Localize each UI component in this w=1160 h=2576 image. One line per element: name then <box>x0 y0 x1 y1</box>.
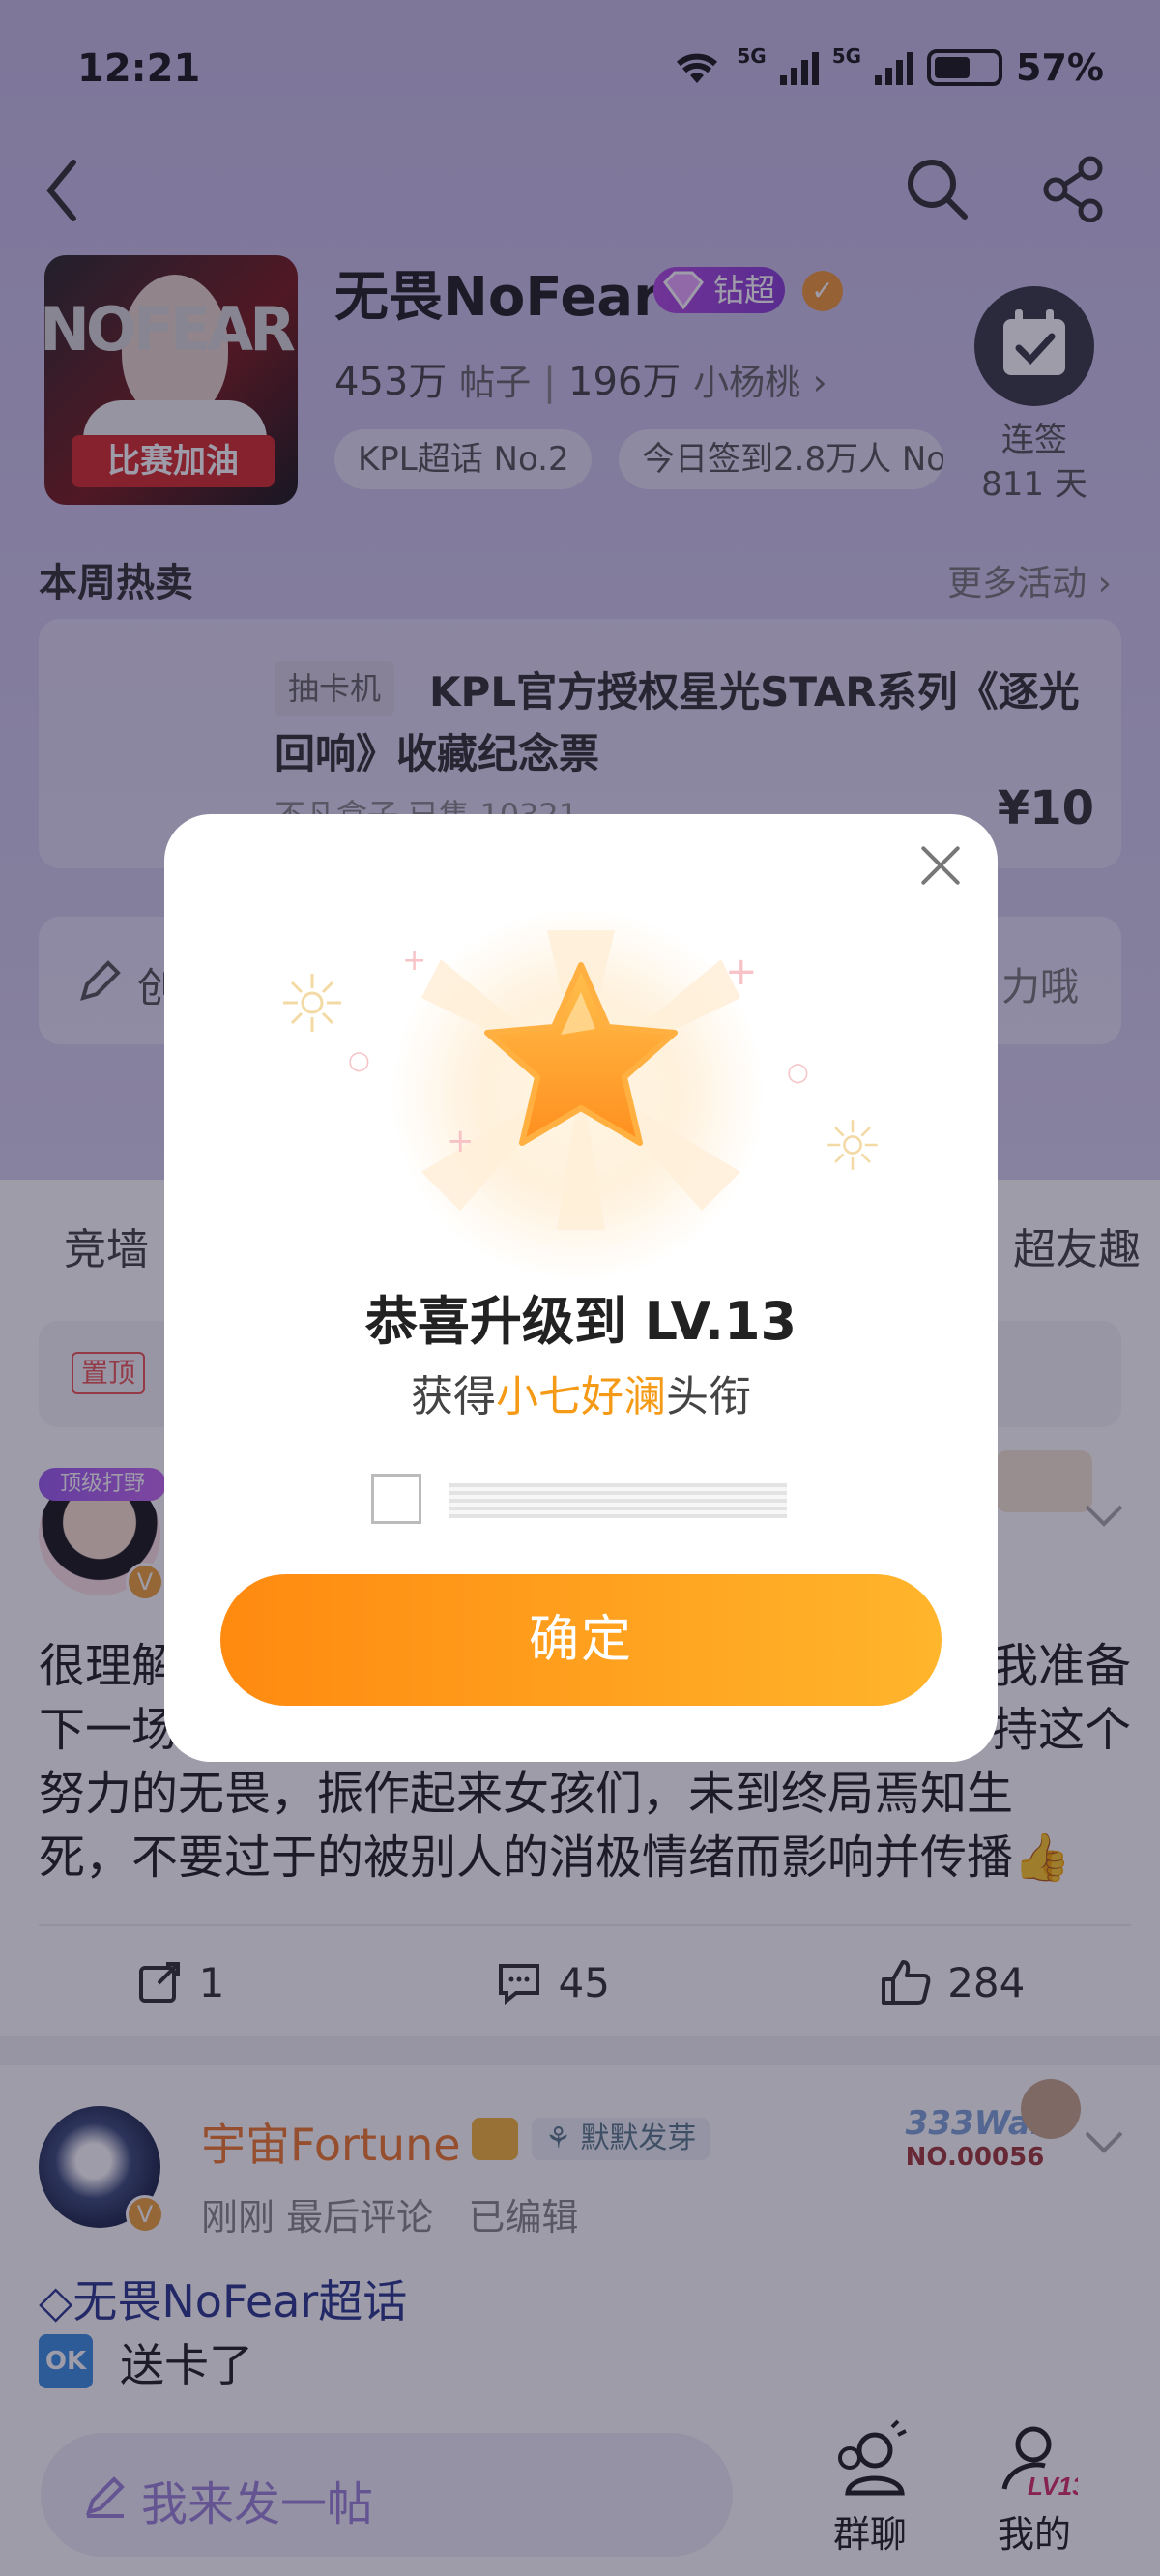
plus-decoration: + <box>447 1122 475 1160</box>
option-checkbox[interactable] <box>371 1474 421 1524</box>
level-up-dialog: + + + ○ ○ 恭喜升级到 LV.13 获得小七好澜头衔 确定 <box>164 814 998 1762</box>
title-name: 小七好澜 <box>496 1372 666 1421</box>
star-icon <box>484 962 678 1146</box>
dot-decoration: ○ <box>787 1058 809 1087</box>
plus-decoration: + <box>402 944 427 978</box>
dialog-subtitle: 获得小七好澜头衔 <box>164 1361 998 1423</box>
dialog-title: 恭喜升级到 LV.13 <box>364 1291 798 1352</box>
subtitle-suffix: 头衔 <box>666 1372 751 1421</box>
subtitle-prefix: 获得 <box>411 1372 496 1421</box>
plus-decoration: + <box>725 950 758 994</box>
redacted-label <box>449 1483 787 1518</box>
dot-decoration: ○ <box>348 1046 370 1075</box>
sparkle-icon <box>827 1120 878 1170</box>
close-icon[interactable] <box>918 843 963 888</box>
confirm-button[interactable]: 确定 <box>220 1574 942 1706</box>
sparkle-icon <box>283 974 341 1032</box>
